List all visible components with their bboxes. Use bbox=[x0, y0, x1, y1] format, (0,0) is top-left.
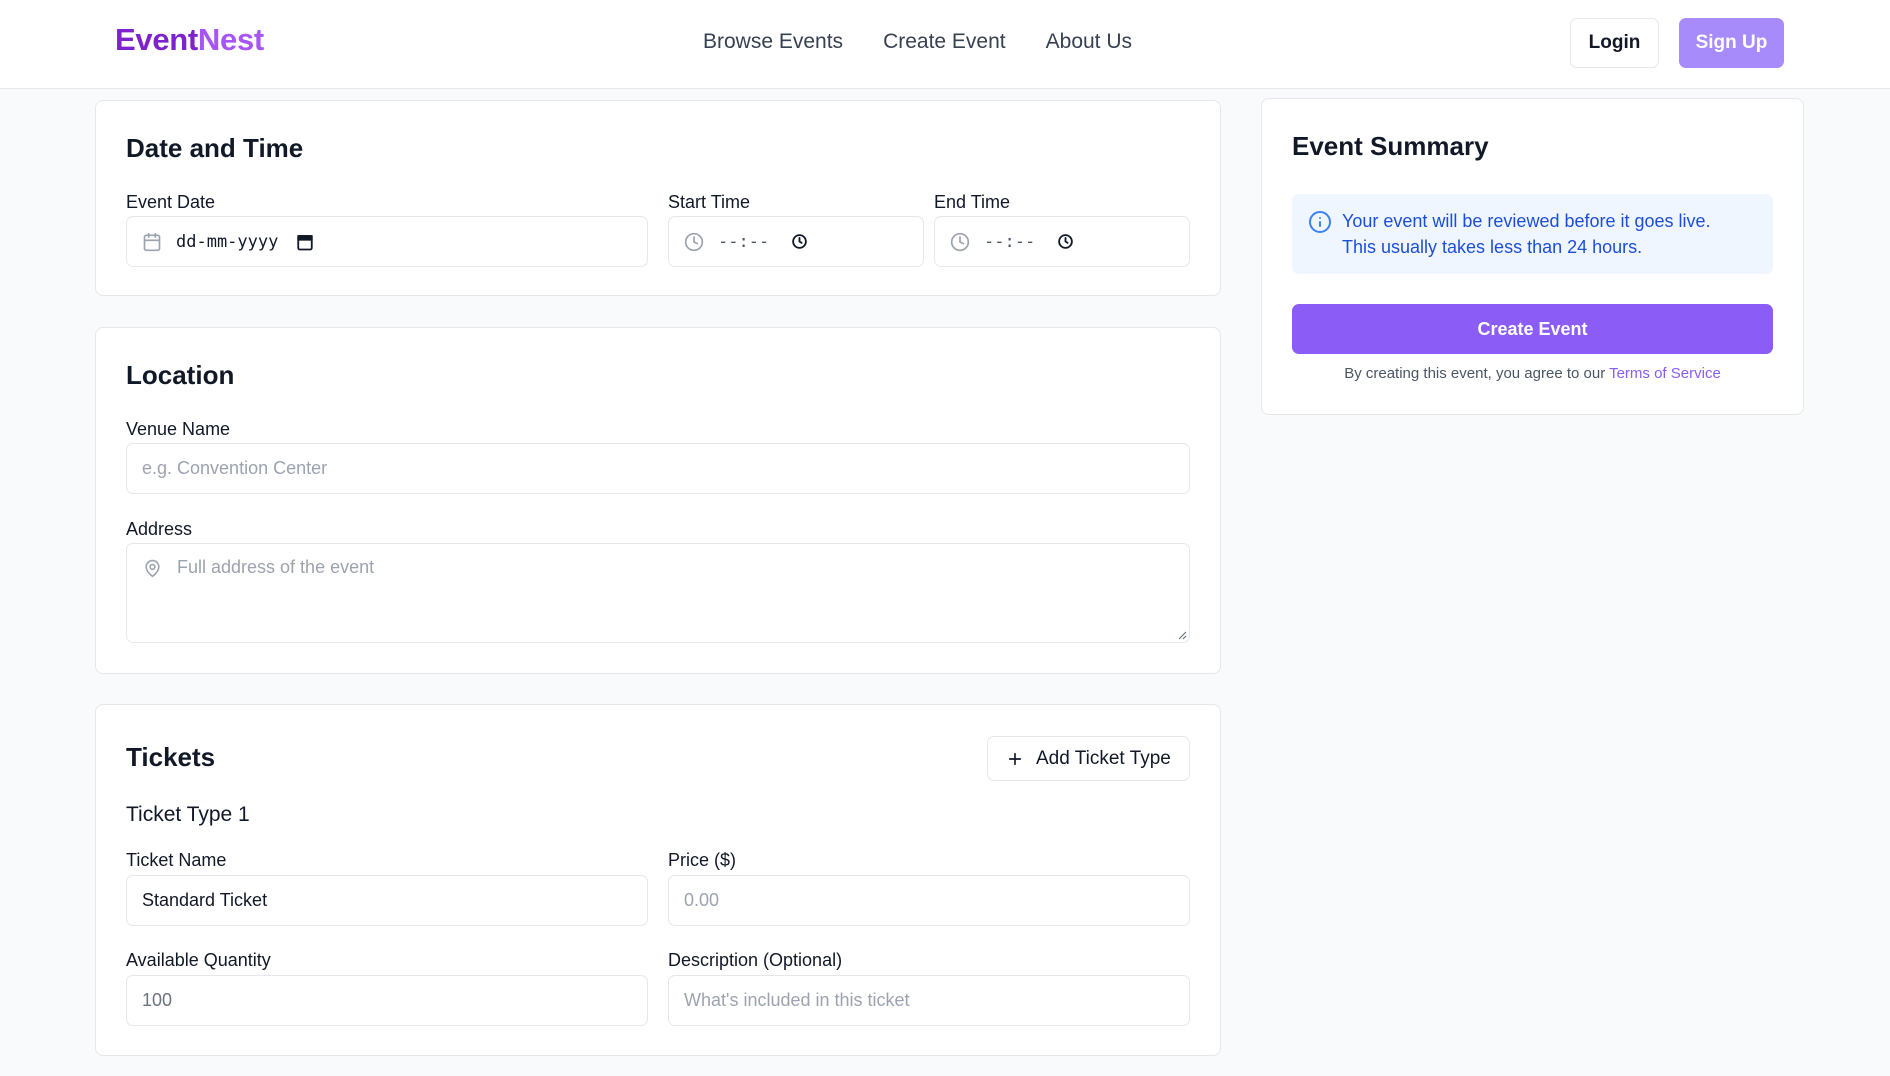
add-ticket-type-button[interactable]: Add Ticket Type bbox=[987, 736, 1190, 781]
nav-browse-events[interactable]: Browse Events bbox=[703, 30, 843, 54]
address-textarea[interactable]: Full address of the event bbox=[126, 543, 1190, 643]
calendar-icon bbox=[142, 232, 162, 252]
signup-button[interactable]: Sign Up bbox=[1679, 18, 1784, 68]
info-icon bbox=[1308, 210, 1332, 234]
address-placeholder: Full address of the event bbox=[177, 557, 375, 577]
start-time-field[interactable]: --:-- bbox=[668, 216, 924, 267]
resize-handle-icon[interactable] bbox=[1177, 630, 1187, 640]
event-date-field[interactable]: dd-mm-yyyy bbox=[126, 216, 648, 267]
ticket-type-heading: Ticket Type 1 bbox=[126, 803, 250, 826]
date-picker-icon[interactable] bbox=[296, 233, 314, 251]
description-input[interactable]: What's included in this ticket bbox=[668, 975, 1190, 1026]
venue-name-placeholder: e.g. Convention Center bbox=[142, 458, 328, 478]
logo-part-event: Event bbox=[115, 22, 198, 57]
logo[interactable]: EventNest bbox=[115, 22, 264, 58]
tickets-title: Tickets bbox=[126, 742, 216, 772]
event-summary-title: Event Summary bbox=[1292, 131, 1489, 161]
price-placeholder: 0.00 bbox=[684, 890, 720, 910]
end-time-label: End Time bbox=[934, 192, 1011, 212]
login-button[interactable]: Login bbox=[1570, 18, 1659, 68]
venue-name-input[interactable]: e.g. Convention Center bbox=[126, 443, 1190, 494]
available-quantity-label: Available Quantity bbox=[126, 950, 271, 970]
start-time-value: --:-- bbox=[718, 231, 770, 252]
review-info-box: Your event will be reviewed before it go… bbox=[1292, 194, 1773, 274]
ticket-name-label: Ticket Name bbox=[126, 850, 227, 870]
create-event-button[interactable]: Create Event bbox=[1292, 304, 1773, 354]
terms-of-service-link[interactable]: Terms of Service bbox=[1609, 365, 1721, 382]
nav-about-us[interactable]: About Us bbox=[1046, 30, 1132, 54]
venue-name-label: Venue Name bbox=[126, 419, 231, 439]
location-title: Location bbox=[126, 360, 235, 390]
add-ticket-type-label: Add Ticket Type bbox=[1036, 747, 1171, 769]
date-time-title: Date and Time bbox=[126, 133, 304, 163]
clock-icon bbox=[950, 232, 970, 252]
price-input[interactable]: 0.00 bbox=[668, 875, 1190, 926]
available-quantity-input[interactable]: 100 bbox=[126, 975, 648, 1026]
map-pin-icon bbox=[143, 559, 162, 578]
info-text-line1: Your event will be reviewed before it go… bbox=[1342, 211, 1711, 231]
price-label: Price ($) bbox=[668, 850, 737, 870]
plus-icon bbox=[1006, 750, 1024, 768]
ticket-name-input[interactable]: Standard Ticket bbox=[126, 875, 648, 926]
info-text-line2: This usually takes less than 24 hours. bbox=[1342, 237, 1643, 257]
available-quantity-value: 100 bbox=[142, 990, 173, 1010]
top-header: EventNest Browse Events Create Event Abo… bbox=[0, 0, 1890, 89]
clock-icon bbox=[684, 232, 704, 252]
description-placeholder: What's included in this ticket bbox=[684, 990, 910, 1010]
end-time-value: --:-- bbox=[984, 231, 1036, 252]
time-picker-icon[interactable] bbox=[791, 233, 808, 250]
end-time-field[interactable]: --:-- bbox=[934, 216, 1190, 267]
terms-notice: By creating this event, you agree to our… bbox=[1292, 365, 1773, 382]
address-label: Address bbox=[126, 519, 193, 539]
start-time-label: Start Time bbox=[668, 192, 751, 212]
nav-create-event[interactable]: Create Event bbox=[883, 30, 1006, 54]
ticket-name-value: Standard Ticket bbox=[142, 890, 268, 910]
terms-text: By creating this event, you agree to our bbox=[1344, 365, 1606, 382]
description-label: Description (Optional) bbox=[668, 950, 843, 970]
time-picker-icon[interactable] bbox=[1057, 233, 1074, 250]
event-date-value: dd-mm-yyyy bbox=[176, 231, 279, 252]
logo-part-nest: Nest bbox=[197, 22, 264, 57]
main-nav: Browse Events Create Event About Us bbox=[703, 30, 1132, 54]
event-date-label: Event Date bbox=[126, 192, 216, 212]
